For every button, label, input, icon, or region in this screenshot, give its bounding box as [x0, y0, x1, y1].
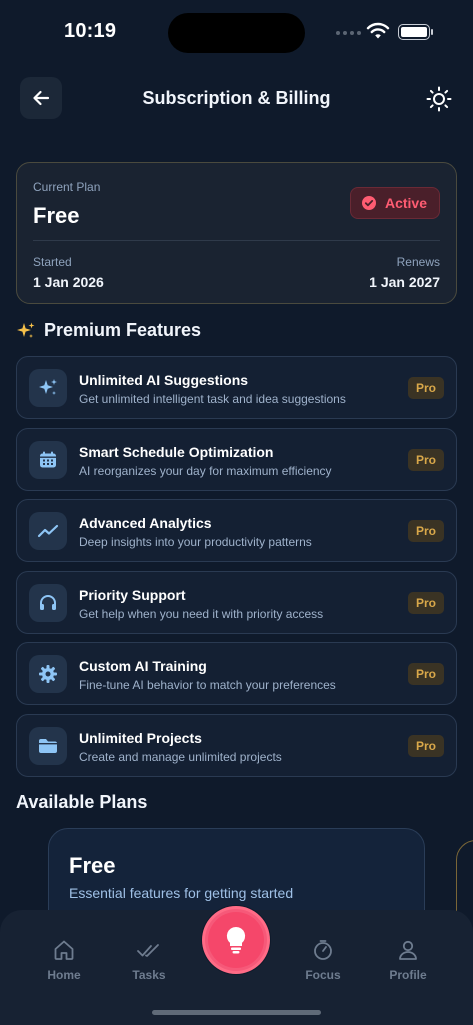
home-icon: [34, 936, 94, 964]
timer-icon: [293, 936, 353, 964]
feature-title: Smart Schedule Optimization: [79, 443, 274, 460]
status-badge-label: Active: [384, 195, 427, 211]
nav-item-home[interactable]: Home: [34, 936, 94, 982]
feature-title: Unlimited AI Suggestions: [79, 372, 249, 388]
feature-item-smart-schedule-optimization[interactable]: Smart Schedule Optimization AI reorganiz…: [16, 427, 457, 491]
sparkles-icon: [17, 322, 35, 338]
feature-item-custom-ai-training[interactable]: Custom AI Training Fine-tune AI behavior…: [16, 642, 457, 705]
current-plan-card: Current Plan Free Active Started 1 Jan 2…: [16, 162, 457, 304]
available-plans-title: Available Plans: [16, 792, 148, 812]
check-circle-icon: [361, 196, 376, 210]
status-badge: Active: [349, 187, 440, 219]
nav-label: Tasks: [132, 968, 166, 982]
nav-item-profile[interactable]: Profile: [378, 936, 438, 982]
feature-description: Fine-tune AI behavior to match your pref…: [79, 678, 336, 692]
feature-description: AI reorganizes your day for maximum effi…: [79, 463, 332, 478]
calendar-icon: [29, 440, 67, 479]
folder-icon: [29, 726, 67, 765]
current-plan-name: Free: [33, 203, 80, 228]
feature-item-unlimited-ai-suggestions[interactable]: Unlimited AI Suggestions Get unlimited i…: [16, 356, 457, 419]
pro-badge: Pro: [408, 377, 444, 399]
battery-icon: [398, 24, 433, 40]
feature-title: Advanced Analytics: [79, 515, 212, 531]
headphones-icon: [29, 583, 67, 622]
sparkles-icon: [29, 369, 67, 407]
gear-icon: [29, 655, 67, 693]
premium-features-heading: Premium Features: [16, 320, 201, 341]
trend-chart-icon: [29, 512, 67, 550]
nav-label: Home: [47, 968, 81, 982]
feature-description: Get help when you need it with priority …: [79, 606, 324, 621]
user-icon: [378, 936, 438, 964]
started-label: Started: [33, 255, 72, 269]
pro-badge: Pro: [408, 448, 444, 471]
pro-badge: Pro: [408, 663, 444, 685]
home-indicator: [152, 1010, 321, 1015]
dynamic-island: [168, 13, 305, 53]
feature-item-unlimited-projects[interactable]: Unlimited Projects Create and manage unl…: [16, 713, 457, 777]
status-time: 10:19: [64, 20, 117, 42]
current-plan-label: Current Plan: [33, 180, 101, 194]
feature-list: Unlimited AI Suggestions Get unlimited i…: [16, 356, 457, 785]
header: Subscription & Billing: [0, 76, 473, 120]
theme-toggle-button[interactable]: [424, 84, 454, 114]
sun-icon: [426, 86, 452, 112]
feature-description: Get unlimited intelligent task and idea …: [79, 392, 346, 406]
page-title: Subscription & Billing: [142, 88, 331, 108]
renews-date: 1 Jan 2027: [369, 274, 440, 290]
feature-item-advanced-analytics[interactable]: Advanced Analytics Deep insights into yo…: [16, 499, 457, 562]
pro-badge: Pro: [408, 591, 444, 614]
nav-label: Focus: [305, 968, 341, 982]
ideas-fab-button[interactable]: [205, 909, 267, 971]
feature-title: Priority Support: [79, 586, 186, 603]
lightbulb-icon: [226, 926, 246, 954]
pro-badge: Pro: [408, 734, 444, 757]
started-date: 1 Jan 2026: [33, 274, 104, 290]
divider: [33, 240, 440, 241]
nav-label: Profile: [389, 968, 427, 982]
pro-badge: Pro: [408, 520, 444, 542]
feature-description: Create and manage unlimited projects: [79, 749, 282, 764]
wifi-icon: [366, 22, 390, 39]
nav-item-tasks[interactable]: Tasks: [119, 936, 179, 982]
nav-item-focus[interactable]: Focus: [293, 936, 353, 982]
premium-features-title: Premium Features: [44, 320, 202, 340]
feature-title: Custom AI Training: [79, 658, 207, 674]
plan-description: Essential features for getting started: [69, 885, 294, 901]
feature-description: Deep insights into your productivity pat…: [79, 535, 312, 549]
signal-icon: [336, 31, 361, 35]
plan-name: Free: [69, 853, 116, 878]
feature-item-priority-support[interactable]: Priority Support Get help when you need …: [16, 570, 457, 634]
renews-label: Renews: [396, 255, 440, 269]
double-check-icon: [119, 936, 179, 964]
status-bar: 10:19: [0, 0, 473, 64]
feature-title: Unlimited Projects: [79, 729, 202, 746]
